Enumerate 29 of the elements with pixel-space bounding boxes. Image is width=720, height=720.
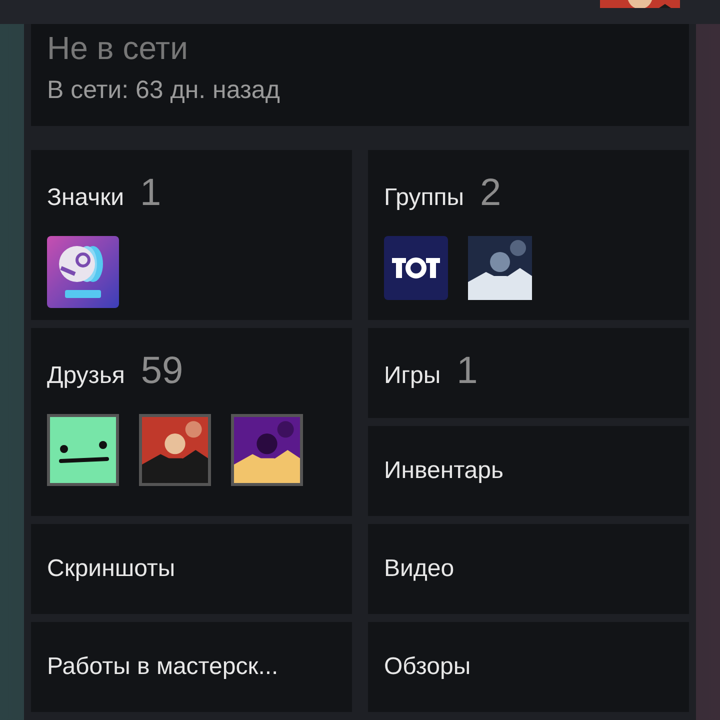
- section-count: 59: [140, 352, 184, 390]
- section-count: 1: [456, 352, 478, 390]
- section-card[interactable]: Друзья 59: [31, 328, 352, 516]
- avatar-frame[interactable]: [231, 414, 303, 486]
- section-title: Группы: [384, 182, 464, 212]
- section-title: Работы в мастерск...: [47, 652, 278, 682]
- section-title: Видео: [384, 554, 454, 584]
- avatar-icon[interactable]: [47, 414, 119, 486]
- section-card[interactable]: Группы 2: [368, 150, 689, 320]
- status-text: Не в сети: [47, 29, 189, 68]
- badge-icon[interactable]: [47, 236, 119, 308]
- section-title: Игры: [384, 360, 441, 390]
- section-title: Обзоры: [384, 652, 471, 682]
- section-card[interactable]: Инвентарь: [368, 426, 689, 516]
- last-online-text: В сети: 63 дн. назад: [47, 75, 281, 106]
- section-card[interactable]: Видео: [368, 524, 689, 614]
- section-card[interactable]: Скриншоты: [31, 524, 352, 614]
- group-logo-icon[interactable]: [384, 236, 448, 300]
- avatar-frame[interactable]: [139, 414, 211, 486]
- section-count: 2: [480, 174, 502, 212]
- section-card[interactable]: Работы в мастерск...: [31, 622, 352, 712]
- section-count: 1: [140, 174, 162, 212]
- section-title: Друзья: [47, 360, 125, 390]
- section-card[interactable]: Обзоры: [368, 622, 689, 712]
- section-title: Инвентарь: [384, 456, 504, 486]
- section-title: Скриншоты: [47, 554, 176, 584]
- section-card[interactable]: Игры 1: [368, 328, 689, 418]
- section-title: Значки: [47, 182, 124, 212]
- section-card[interactable]: Значки 1: [31, 150, 352, 320]
